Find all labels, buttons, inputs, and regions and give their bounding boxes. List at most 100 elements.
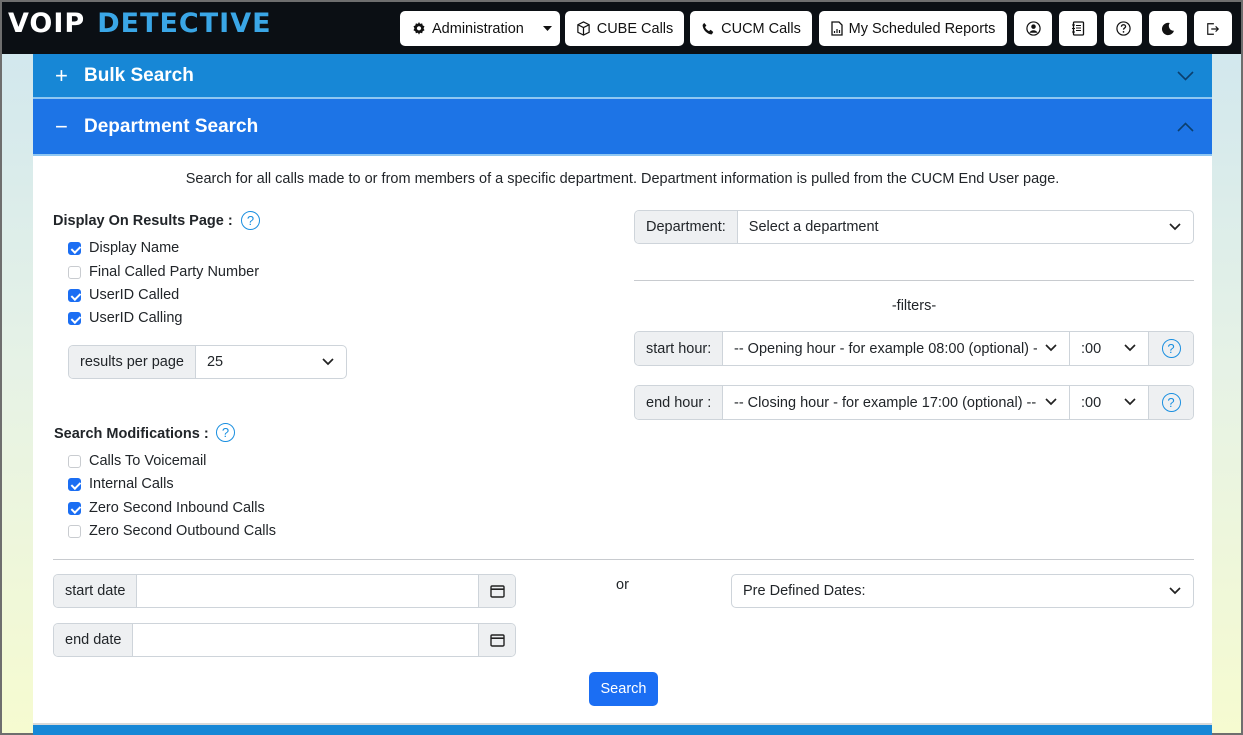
top-navbar: VOIP DETECTIVE Administration CUBE Calls… — [2, 2, 1241, 54]
or-separator: or — [616, 577, 629, 593]
cube-calls-button[interactable]: CUBE Calls — [565, 11, 684, 46]
display-option[interactable]: Display Name — [68, 238, 179, 258]
checkbox-internal-calls[interactable] — [68, 477, 81, 491]
end-minute-select[interactable]: :00 — [1070, 386, 1149, 419]
modification-option[interactable]: Internal Calls — [68, 474, 174, 494]
filters-title: -filters- — [891, 298, 937, 314]
start-hour-value: -- Opening hour - for example 08:00 (opt… — [734, 340, 1037, 357]
department-label: Department: — [635, 211, 738, 243]
department-search-accordion-header[interactable]: − Department Search — [33, 97, 1212, 156]
display-option[interactable]: UserID Calling — [68, 308, 182, 328]
end-hour-value: -- Closing hour - for example 17:00 (opt… — [734, 394, 1037, 411]
end-hour-select[interactable]: -- Closing hour - for example 17:00 (opt… — [723, 386, 1070, 419]
results-per-page-value: 25 — [206, 354, 224, 370]
predefined-dates-group: Pre Defined Dates: — [731, 574, 1194, 608]
checkbox-final-called-party-number[interactable] — [68, 265, 81, 279]
calendar-icon — [489, 585, 505, 598]
my-scheduled-reports-label: My Scheduled Reports — [848, 20, 996, 37]
start-hour-help[interactable]: ? — [1149, 332, 1193, 365]
search-button[interactable]: Search — [589, 672, 658, 706]
administration-dropdown-button[interactable]: Administration — [400, 11, 560, 46]
start-minute-select[interactable]: :00 — [1070, 332, 1149, 365]
modification-option[interactable]: Zero Second Inbound Calls — [68, 498, 265, 518]
predefined-dates-select[interactable]: Pre Defined Dates: — [732, 575, 1193, 607]
end-date-group: end date — [53, 623, 516, 657]
notes-button[interactable] — [1059, 11, 1097, 46]
checkbox-label: UserID Calling — [89, 310, 183, 326]
predefined-dates-value: Pre Defined Dates: — [743, 583, 866, 599]
start-hour-label: start hour: — [635, 332, 723, 365]
display-option[interactable]: Final Called Party Number — [68, 262, 259, 282]
results-per-page-label: results per page — [69, 346, 196, 378]
start-date-group: start date — [53, 574, 516, 608]
checkbox-display-name[interactable] — [68, 241, 81, 255]
end-hour-label: end hour : — [635, 386, 723, 419]
checkbox-label: Zero Second Inbound Calls — [89, 500, 265, 516]
cube-calls-label: CUBE Calls — [596, 20, 674, 37]
cucm-calls-button[interactable]: CUCM Calls — [690, 11, 812, 46]
checkbox-userid-called[interactable] — [68, 288, 81, 302]
results-per-page-select[interactable]: 25 — [196, 346, 346, 378]
start-minute-value: :00 — [1081, 340, 1102, 357]
start-date-picker[interactable] — [478, 575, 515, 607]
chevron-down-icon — [1045, 398, 1057, 406]
collapse-minus-icon: − — [55, 113, 68, 139]
modification-option[interactable]: Zero Second Outbound Calls — [68, 521, 276, 541]
question-circle-icon — [1115, 21, 1131, 36]
checkbox-label: Zero Second Outbound Calls — [89, 523, 276, 539]
checkbox-zero-second-inbound[interactable] — [68, 501, 81, 515]
checkbox-label: UserID Called — [89, 287, 180, 303]
chevron-down-icon — [1169, 223, 1181, 231]
cube-icon — [576, 21, 590, 36]
department-search-title: Department Search — [84, 115, 259, 137]
logout-button[interactable] — [1194, 11, 1232, 46]
app-logo[interactable]: VOIP DETECTIVE — [8, 8, 272, 39]
chevron-down-icon — [1045, 344, 1057, 352]
end-date-picker[interactable] — [478, 624, 515, 656]
end-minute-value: :00 — [1081, 394, 1102, 411]
question-circle-icon[interactable]: ? — [1161, 339, 1181, 358]
notebook-icon — [1071, 21, 1084, 36]
chevron-down-icon — [1177, 70, 1194, 81]
end-date-input[interactable] — [133, 624, 478, 656]
user-profile-button[interactable] — [1014, 11, 1052, 46]
results-per-page-group: results per page 25 — [68, 345, 347, 379]
start-date-input[interactable] — [137, 575, 478, 607]
calendar-icon — [489, 634, 505, 647]
dark-mode-toggle[interactable] — [1149, 11, 1187, 46]
modification-option[interactable]: Calls To Voicemail — [68, 451, 206, 471]
department-select[interactable]: Select a department — [738, 211, 1193, 243]
start-hour-select[interactable]: -- Opening hour - for example 08:00 (opt… — [723, 332, 1070, 365]
moon-icon — [1161, 22, 1174, 35]
user-circle-icon — [1025, 21, 1041, 36]
help-button[interactable] — [1104, 11, 1142, 46]
next-accordion-header[interactable] — [33, 723, 1212, 735]
checkbox-userid-calling[interactable] — [68, 311, 81, 325]
question-circle-icon[interactable]: ? — [1161, 393, 1181, 412]
bulk-search-accordion-header[interactable]: + Bulk Search — [33, 54, 1212, 97]
department-group: Department: Select a department — [634, 210, 1194, 244]
end-hour-group: end hour : -- Closing hour - for example… — [634, 385, 1194, 420]
end-hour-help[interactable]: ? — [1149, 386, 1193, 419]
end-date-label: end date — [54, 624, 134, 656]
logout-icon — [1207, 22, 1220, 35]
question-circle-icon[interactable]: ? — [216, 423, 235, 442]
question-circle-icon[interactable]: ? — [241, 211, 260, 230]
chevron-down-icon — [1124, 398, 1136, 406]
gear-icon — [413, 21, 425, 35]
checkbox-label: Internal Calls — [89, 476, 174, 492]
checkbox-calls-to-voicemail[interactable] — [68, 454, 81, 468]
cucm-calls-label: CUCM Calls — [721, 20, 801, 37]
chevron-down-icon — [322, 358, 334, 366]
checkbox-zero-second-outbound[interactable] — [68, 524, 81, 538]
display-option[interactable]: UserID Called — [68, 285, 179, 305]
chevron-up-icon — [1177, 121, 1194, 132]
administration-label: Administration — [432, 20, 524, 37]
caret-down-icon[interactable] — [534, 11, 560, 46]
display-on-results-label: Display On Results Page : — [53, 213, 233, 229]
bulk-search-title: Bulk Search — [84, 64, 194, 86]
checkbox-label: Final Called Party Number — [89, 264, 260, 280]
my-scheduled-reports-button[interactable]: My Scheduled Reports — [819, 11, 1007, 46]
chevron-down-icon — [1169, 587, 1181, 595]
checkbox-label: Display Name — [89, 240, 180, 256]
